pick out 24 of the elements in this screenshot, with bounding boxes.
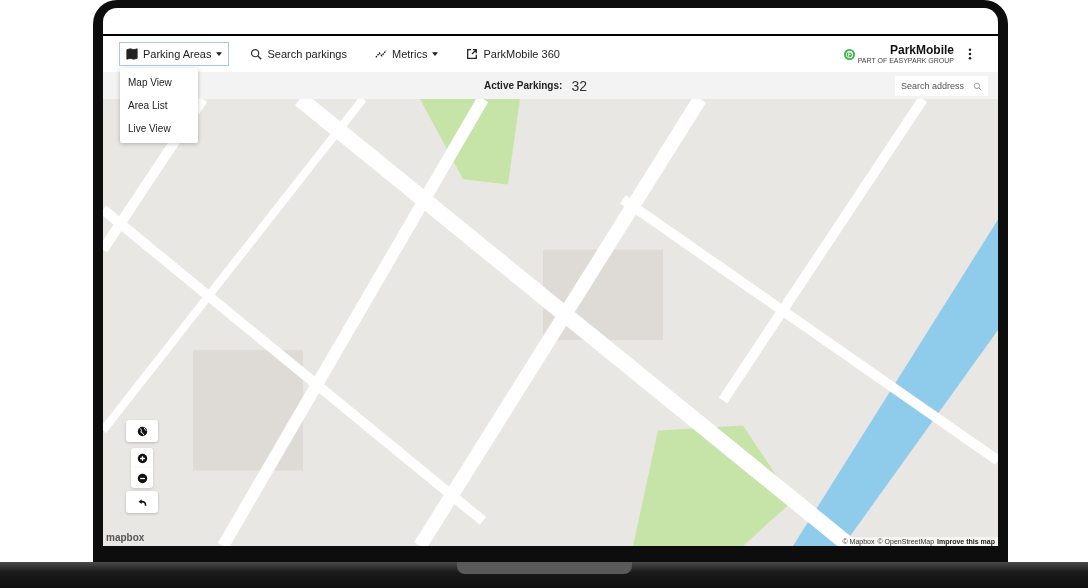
stat-label: Active Parkings: [484, 80, 563, 91]
plus-icon [136, 452, 148, 464]
chart-icon [375, 48, 387, 60]
more-options-icon[interactable] [968, 48, 972, 60]
nav-item[interactable]: Parking Areas [119, 42, 230, 66]
menu-item[interactable]: Live View [120, 117, 198, 140]
globe-icon [136, 425, 148, 437]
external-link-icon [466, 48, 479, 60]
menu-item[interactable]: Area List [120, 94, 198, 117]
search-icon [250, 48, 263, 60]
undo-icon [136, 496, 148, 508]
brand-name: ParkMobile [889, 43, 954, 57]
stat-value: 32 [571, 77, 587, 94]
map-icon [126, 48, 138, 60]
globe-button[interactable] [126, 420, 158, 442]
minus-icon [136, 472, 148, 484]
undo-button[interactable] [126, 491, 158, 513]
search-icon [973, 81, 982, 91]
zoom-out-button[interactable] [131, 468, 153, 488]
zoom-in-button[interactable] [131, 448, 153, 468]
menu-item[interactable]: Map View [120, 71, 198, 94]
address-search-field[interactable]: Search address [895, 75, 988, 96]
brand-logo-icon [843, 48, 855, 60]
map-logo: mapbox [106, 532, 145, 543]
